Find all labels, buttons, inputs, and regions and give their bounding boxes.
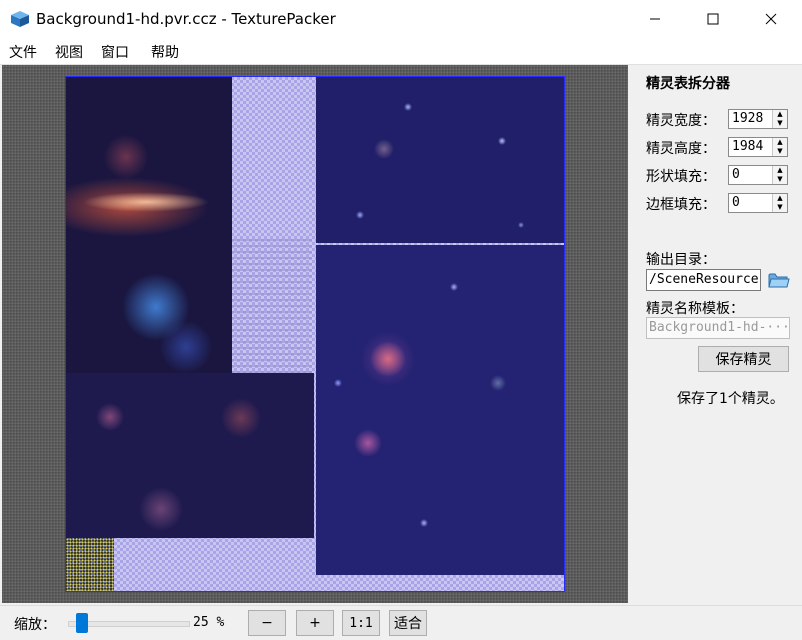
sprite-width-spinbox[interactable]: 1928 ▲ ▼ bbox=[728, 109, 788, 129]
menu-help[interactable]: 帮助 bbox=[151, 42, 179, 62]
shape-padding-label: 形状填充： bbox=[646, 169, 716, 185]
spin-up-icon[interactable]: ▲ bbox=[773, 138, 787, 147]
shape-padding-spinbox[interactable]: 0 ▲ ▼ bbox=[728, 165, 788, 185]
zoom-value: 25 % bbox=[193, 615, 225, 630]
sprite-sheet-preview[interactable] bbox=[65, 76, 565, 592]
sprite-height-label: 精灵高度： bbox=[646, 141, 716, 157]
sprite-tile-text-region bbox=[232, 239, 312, 373]
sprite-width-value: 1928 bbox=[732, 111, 764, 126]
sprite-height-value: 1984 bbox=[732, 139, 764, 154]
sprite-tile-noise bbox=[66, 538, 114, 591]
output-dir-input[interactable]: /SceneResource bbox=[646, 269, 761, 291]
spin-arrows: ▲ ▼ bbox=[772, 138, 787, 156]
spin-down-icon[interactable]: ▼ bbox=[773, 147, 787, 156]
spin-up-icon[interactable]: ▲ bbox=[773, 194, 787, 203]
zoom-bar: 缩放： 25 % − + 1:1 适合 bbox=[0, 605, 802, 640]
sprite-height-spinbox[interactable]: 1984 ▲ ▼ bbox=[728, 137, 788, 157]
status-message: 保存了1个精灵。 bbox=[677, 391, 784, 407]
title-bar: Background1-hd.pvr.ccz - TexturePacker bbox=[0, 0, 802, 38]
texturepacker-cube-icon bbox=[11, 11, 29, 27]
border-padding-spinbox[interactable]: 0 ▲ ▼ bbox=[728, 193, 788, 213]
spin-down-icon[interactable]: ▼ bbox=[773, 119, 787, 128]
zoom-slider-handle[interactable] bbox=[76, 613, 88, 633]
menu-view[interactable]: 视图 bbox=[55, 42, 83, 62]
preview-canvas[interactable] bbox=[2, 65, 628, 603]
close-button[interactable] bbox=[742, 0, 800, 38]
spin-arrows: ▲ ▼ bbox=[772, 166, 787, 184]
close-icon bbox=[765, 13, 777, 25]
zoom-out-button[interactable]: − bbox=[248, 610, 286, 636]
menu-file[interactable]: 文件 bbox=[9, 42, 37, 62]
sprite-splitter-panel: 精灵表拆分器 精灵宽度： 1928 ▲ ▼ 精灵高度： 1984 ▲ ▼ 形状填… bbox=[629, 65, 802, 605]
name-template-input[interactable]: Background1-hd-··· bbox=[646, 317, 790, 339]
zoom-label: 缩放： bbox=[14, 617, 56, 633]
sprite-tile-space-top bbox=[316, 77, 564, 243]
spin-down-icon[interactable]: ▼ bbox=[773, 203, 787, 212]
panel-title: 精灵表拆分器 bbox=[646, 76, 730, 92]
menu-window[interactable]: 窗口 bbox=[101, 42, 129, 62]
folder-icon[interactable] bbox=[768, 271, 790, 289]
save-sprites-button[interactable]: 保存精灵 bbox=[698, 346, 789, 372]
maximize-button[interactable] bbox=[684, 0, 742, 38]
minimize-icon bbox=[650, 18, 660, 20]
output-dir-label: 输出目录： bbox=[646, 252, 716, 268]
spin-up-icon[interactable]: ▲ bbox=[773, 110, 787, 119]
border-padding-value: 0 bbox=[732, 195, 740, 210]
minimize-button[interactable] bbox=[626, 0, 684, 38]
maximize-icon bbox=[707, 13, 719, 25]
sprite-tile-nebula bbox=[66, 77, 232, 373]
border-padding-label: 边框填充： bbox=[646, 197, 716, 213]
sprite-width-label: 精灵宽度： bbox=[646, 113, 716, 129]
zoom-actual-size-button[interactable]: 1:1 bbox=[342, 610, 380, 636]
zoom-in-button[interactable]: + bbox=[296, 610, 334, 636]
spin-arrows: ▲ ▼ bbox=[772, 110, 787, 128]
spin-arrows: ▲ ▼ bbox=[772, 194, 787, 212]
window-title: Background1-hd.pvr.ccz - TexturePacker bbox=[36, 10, 336, 28]
zoom-fit-button[interactable]: 适合 bbox=[389, 610, 427, 636]
menu-bar: 文件 视图 窗口 帮助 bbox=[0, 38, 802, 65]
name-template-label: 精灵名称模板： bbox=[646, 301, 744, 317]
spin-down-icon[interactable]: ▼ bbox=[773, 175, 787, 184]
sprite-tile-space-bottom bbox=[66, 373, 314, 538]
spin-up-icon[interactable]: ▲ bbox=[773, 166, 787, 175]
sprite-tile-space-large bbox=[316, 245, 564, 575]
shape-padding-value: 0 bbox=[732, 167, 740, 182]
